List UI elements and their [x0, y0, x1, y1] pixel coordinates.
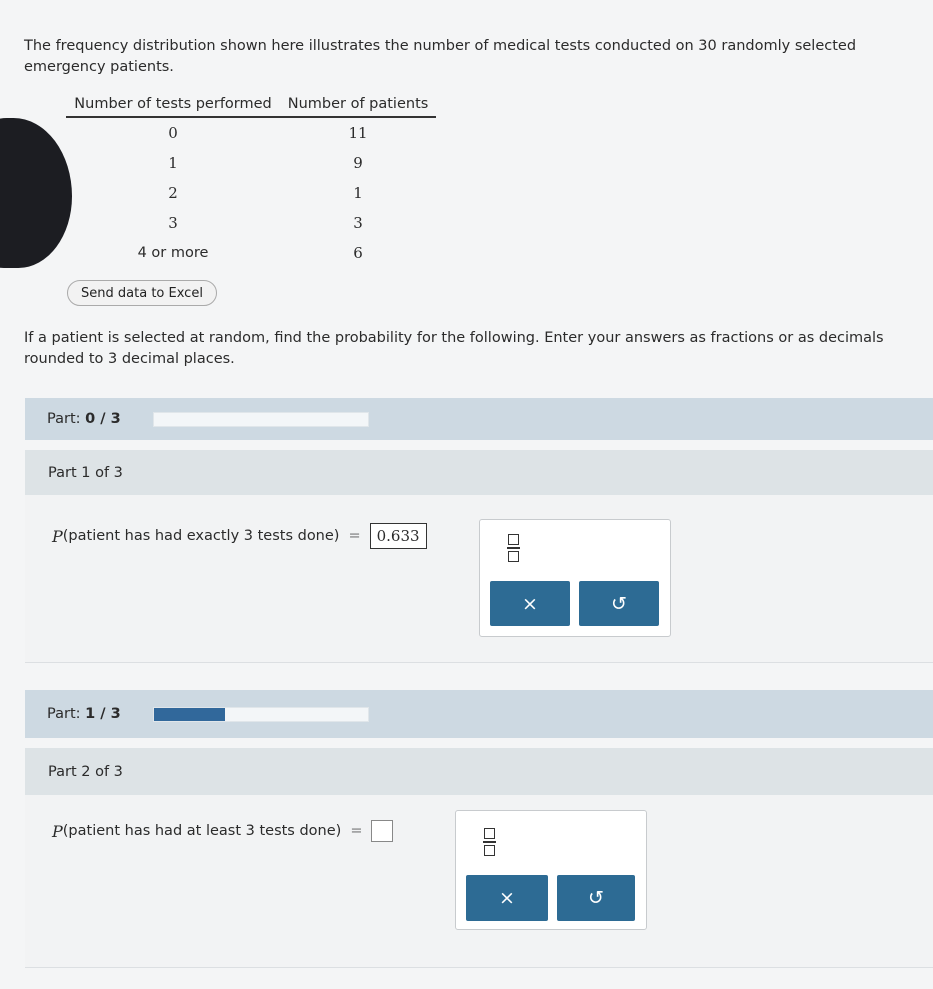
- part-status-label: Part:: [47, 706, 81, 722]
- progress-bar: [153, 706, 369, 722]
- patients-cell: 1: [353, 184, 363, 202]
- send-to-excel-button[interactable]: Send data to Excel: [67, 280, 217, 306]
- x-icon[interactable]: ×: [490, 581, 570, 626]
- part1-tool-panel: × ↺: [479, 519, 671, 637]
- part-status-value: 1 / 3: [85, 706, 121, 722]
- undo-icon[interactable]: ↺: [557, 875, 635, 921]
- patients-cell: 3: [353, 214, 363, 232]
- intro-text: The frequency distribution shown here il…: [24, 38, 857, 75]
- part-status-label: Part:: [47, 411, 81, 427]
- patients-cell: 6: [353, 244, 363, 262]
- table-row: 0 11: [66, 117, 436, 148]
- progress-fill: [154, 707, 226, 721]
- patients-cell: 9: [353, 154, 363, 172]
- table-header-tests: Number of tests performed: [66, 94, 281, 118]
- part2-tool-panel: × ↺: [455, 810, 647, 930]
- part1-status-bar: Part: 0 / 3: [25, 398, 933, 440]
- part2-status-bar: Part: 1 / 3: [25, 690, 933, 738]
- finger-occlusion: [0, 118, 72, 268]
- progress-bar: [153, 411, 369, 427]
- tests-cell: 0: [168, 124, 178, 142]
- part-header-label: Part 1 of 3: [48, 464, 123, 481]
- fraction-icon[interactable]: [500, 533, 526, 563]
- probability-symbol: P: [52, 821, 63, 841]
- equals-sign: =: [350, 823, 363, 839]
- fraction-icon[interactable]: [476, 827, 502, 857]
- table-row: 4 or more 6: [66, 238, 436, 268]
- part2-header: Part 2 of 3: [25, 748, 933, 795]
- tests-cell: 1: [168, 154, 178, 172]
- part1-header: Part 1 of 3: [25, 450, 933, 495]
- table-header-patients: Number of patients: [280, 94, 436, 118]
- tests-cell: 2: [168, 184, 178, 202]
- frequency-table: Number of tests performed Number of pati…: [66, 94, 436, 268]
- equals-sign: =: [348, 528, 361, 544]
- part1-question: P (patient has had exactly 3 tests done) =…: [52, 523, 427, 549]
- tests-cell: 3: [168, 214, 178, 232]
- part-header-label: Part 2 of 3: [48, 763, 123, 780]
- answer-input[interactable]: [371, 820, 394, 842]
- instructions-text: If a patient is selected at random, find…: [24, 330, 884, 367]
- x-icon[interactable]: ×: [466, 875, 548, 921]
- undo-icon[interactable]: ↺: [579, 581, 659, 626]
- table-row: 3 3: [66, 208, 436, 238]
- tests-cell: 4 or more: [137, 245, 209, 261]
- patients-cell: 11: [348, 124, 368, 142]
- table-row: 1 9: [66, 148, 436, 178]
- question-text: (patient has had at least 3 tests done): [62, 823, 342, 839]
- probability-symbol: P: [52, 526, 63, 546]
- table-row: 2 1: [66, 178, 436, 208]
- question-text: (patient has had exactly 3 tests done): [62, 528, 340, 544]
- part-status-value: 0 / 3: [85, 411, 121, 427]
- part2-question: P (patient has had at least 3 tests done)…: [52, 820, 394, 842]
- answer-input[interactable]: 0.633: [369, 523, 427, 549]
